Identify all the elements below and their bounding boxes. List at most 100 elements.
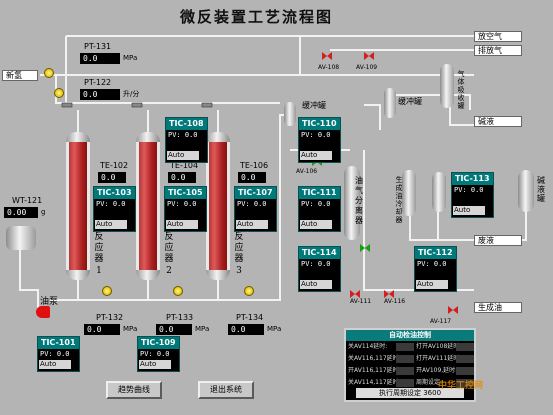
wt121-tag: WT-121 [12, 196, 43, 205]
outlet-exhaust: 排放气 [474, 45, 522, 56]
delay-input[interactable] [396, 355, 414, 363]
product-cooler [402, 170, 416, 216]
pt134-tag: PT-134 [236, 313, 264, 322]
reactor-1-label: 反应器 [94, 232, 104, 264]
watermark: 中华工控网 [438, 381, 484, 391]
panel-title: 自动检油控制 [346, 330, 474, 341]
reactor-2-label: 反应器 [164, 232, 174, 264]
flow-gauge-icon [54, 88, 64, 98]
te106-value: 0.0 [238, 172, 266, 183]
delay-input[interactable] [396, 379, 414, 387]
controller-pv: PV: 0.0 [168, 131, 198, 139]
controller-tag: TIC-108 [166, 118, 207, 130]
controller-tic105[interactable]: TIC-105 PV: 0.0 Auto [164, 186, 207, 232]
controller-tag: TIC-110 [299, 118, 340, 130]
product-cooler-label: 生成油冷却器 [395, 176, 403, 224]
buffer-tank-2-label: 缓冲罐 [398, 97, 422, 106]
gas-absorb-tank [440, 64, 454, 108]
controller-pv: PV: 0.0 [140, 350, 170, 358]
controller-tic107[interactable]: TIC-107 PV: 0.0 Auto [234, 186, 277, 232]
controller-pv: PV: 0.0 [301, 200, 331, 208]
reactor-3-label: 反应器 [234, 232, 244, 264]
valve-av106-label: AV-106 [296, 168, 318, 175]
controller-pv: PV: 0.0 [96, 200, 126, 208]
controller-pv: PV: 0.0 [301, 131, 331, 139]
controller-tag: TIC-112 [415, 247, 456, 259]
controller-mode[interactable]: Auto [453, 206, 485, 215]
panel-row: 关AV114延时: 打开AV108延时: [346, 341, 474, 353]
pt133-value: 0.0 [156, 324, 192, 335]
controller-tag: TIC-114 [299, 247, 340, 259]
outlet-waste: 废液 [474, 235, 522, 246]
pressure-gauge-icon [173, 286, 183, 296]
reactor-2-num: 2 [166, 266, 172, 276]
controller-pv: PV: 0.0 [417, 260, 447, 268]
controller-tic109[interactable]: TIC-109 PV: 0.0 Auto [137, 336, 180, 372]
pt122-value: 0.0 [80, 89, 120, 100]
hmi-screen: { "title": "微反装置工艺流程图", "feeds": {"left_… [0, 0, 553, 415]
pt134-value: 0.0 [228, 324, 264, 335]
row-right-label: 开AV109,延时: [416, 367, 458, 374]
controller-mode[interactable]: Auto [95, 220, 127, 229]
valve-av116-label: AV-116 [384, 298, 406, 305]
te106-tag: TE-106 [240, 161, 269, 170]
controller-mode[interactable]: Auto [300, 220, 332, 229]
controller-tic103[interactable]: TIC-103 PV: 0.0 Auto [93, 186, 136, 232]
controller-tic108[interactable]: TIC-108 PV: 0.0 Auto [165, 117, 208, 163]
trend-curve-button[interactable]: 趋势曲线 [106, 381, 162, 399]
reactor-1 [66, 132, 90, 280]
pt131-tag: PT-131 [84, 42, 112, 51]
controller-pv: PV: 0.0 [454, 186, 484, 194]
pt122-unit: 升/分 [123, 90, 140, 98]
controller-tic113[interactable]: TIC-113 PV: 0.0 Auto [451, 172, 494, 218]
controller-tag: TIC-109 [138, 337, 179, 349]
controller-tic114[interactable]: TIC-114 PV: 0.0 Auto [298, 246, 341, 292]
valve-av109-label: AV-109 [356, 64, 378, 71]
valve-av108-label: AV-108 [318, 64, 340, 71]
delay-input[interactable] [456, 343, 474, 351]
valve-av111-label: AV-111 [350, 298, 372, 305]
controller-tic110[interactable]: TIC-110 PV: 0.0 Auto [298, 117, 341, 163]
controller-pv: PV: 0.0 [237, 200, 267, 208]
delay-input[interactable] [456, 355, 474, 363]
controller-mode[interactable]: Auto [416, 280, 448, 289]
delay-input[interactable] [456, 367, 474, 375]
panel-row: 开AV116,117延时: 开AV109,延时: [346, 365, 474, 377]
pt132-unit: MPa [123, 325, 138, 333]
row-left-label: 开AV116,117延时: [348, 367, 401, 374]
pt132-tag: PT-132 [96, 313, 124, 322]
controller-tag: TIC-105 [165, 187, 206, 199]
row-left-label: 关AV116,117延时: [348, 355, 401, 362]
controller-tic112[interactable]: TIC-112 PV: 0.0 Auto [414, 246, 457, 292]
controller-tic111[interactable]: TIC-111 PV: 0.0 Auto [298, 186, 341, 232]
pt134-unit: MPa [267, 325, 282, 333]
delay-input[interactable] [396, 367, 414, 375]
controller-pv: PV: 0.0 [301, 260, 331, 268]
panel-row: 关AV116,117延时: 打开AV111延时: [346, 353, 474, 365]
pt133-tag: PT-133 [166, 313, 194, 322]
controller-tag: TIC-103 [94, 187, 135, 199]
delay-input[interactable] [396, 343, 414, 351]
pressure-gauge-icon [102, 286, 112, 296]
controller-tic101[interactable]: TIC-101 PV: 0.0 Auto [37, 336, 80, 372]
controller-mode[interactable]: Auto [236, 220, 268, 229]
controller-mode[interactable]: Auto [166, 220, 198, 229]
oil-pump-icon[interactable] [36, 306, 50, 318]
valve-av117-label: AV-117 [430, 318, 452, 325]
page-title: 微反装置工艺流程图 [180, 8, 334, 26]
controller-mode[interactable]: Auto [300, 280, 332, 289]
controller-pv: PV: 0.0 [40, 350, 70, 358]
oil-tank [6, 226, 36, 250]
controller-tag: TIC-107 [235, 187, 276, 199]
reactor-3-num: 3 [236, 266, 242, 276]
controller-mode[interactable]: Auto [300, 151, 332, 160]
reactor-1-num: 1 [96, 266, 102, 276]
buffer-tank-2 [384, 88, 396, 118]
reactor-2 [136, 132, 160, 280]
pt131-unit: MPa [123, 54, 138, 62]
controller-mode[interactable]: Auto [139, 360, 171, 369]
controller-mode[interactable]: Auto [39, 360, 71, 369]
controller-mode[interactable]: Auto [167, 151, 199, 160]
exit-system-button[interactable]: 退出系统 [198, 381, 254, 399]
te102-tag: TE-102 [100, 161, 129, 170]
